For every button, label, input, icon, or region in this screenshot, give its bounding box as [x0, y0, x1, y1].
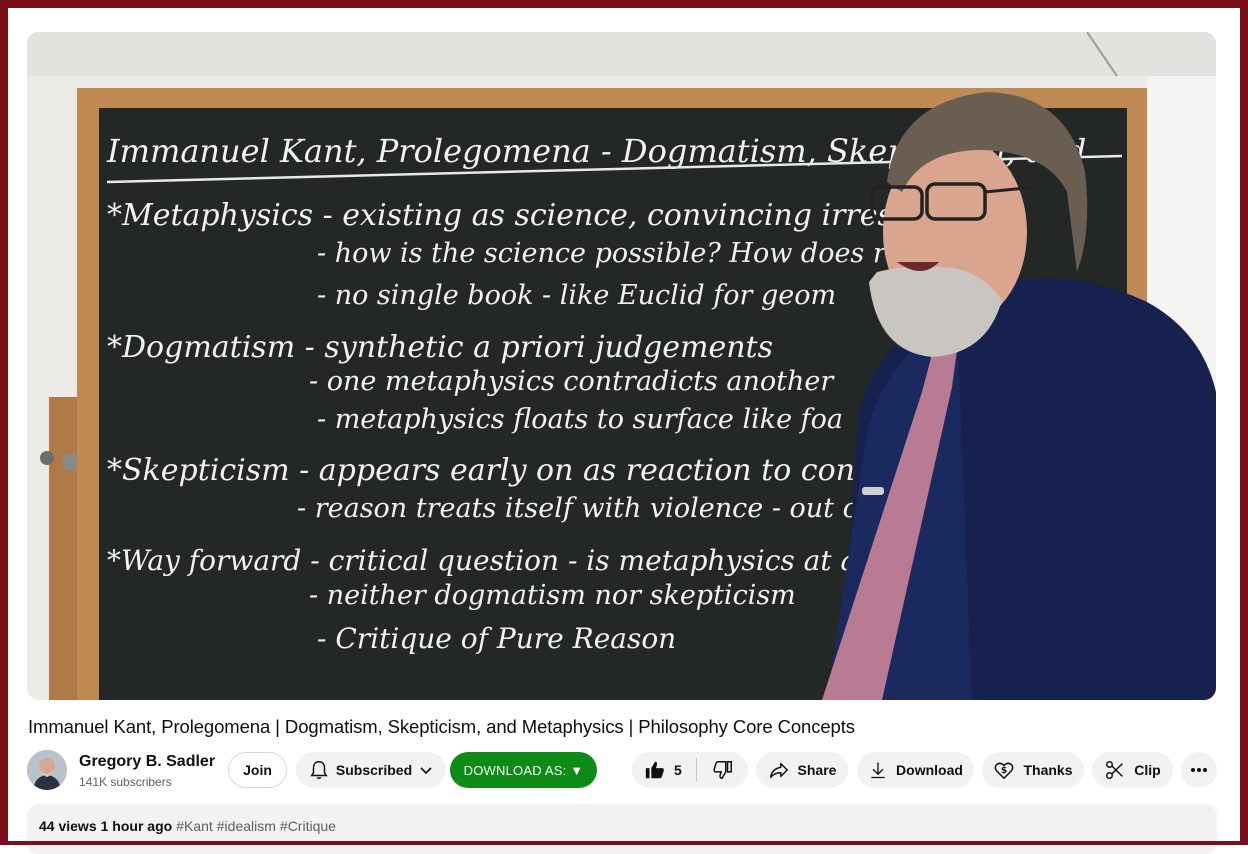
description-box[interactable]: 44 views 1 hour ago #Kant #idealism #Critiqu…: [27, 804, 1217, 854]
heart-dollar-icon: $: [993, 759, 1015, 781]
subscribed-button[interactable]: Subscribed: [296, 752, 446, 788]
dislike-button[interactable]: [697, 752, 748, 788]
subscribed-label: Subscribed: [335, 762, 413, 778]
board-line: - one metaphysics contradicts another: [309, 366, 835, 397]
video-frame: Immanuel Kant, Prolegomena - Dogmatism, …: [27, 32, 1216, 700]
thanks-label: Thanks: [1023, 762, 1073, 778]
clip-label: Clip: [1134, 762, 1161, 778]
board-line: - Critique of Pure Reason: [317, 622, 676, 655]
hashtags: #Kant #idealism #Critique: [176, 818, 340, 834]
board-line: - no single book - like Euclid for geom: [317, 280, 836, 311]
board-line: *Skepticism - appears early on as reacti…: [107, 453, 958, 488]
svg-text:$: $: [1001, 765, 1007, 776]
board-line: - neither dogmatism nor skepticism: [309, 580, 796, 611]
channel-avatar[interactable]: [27, 750, 67, 790]
scissors-icon: [1104, 759, 1126, 781]
download-as-button[interactable]: DOWNLOAD AS: ▼: [450, 752, 597, 788]
download-button[interactable]: Download: [857, 752, 974, 788]
hashtag-link[interactable]: #Kant: [176, 818, 213, 834]
more-actions-button[interactable]: [1181, 752, 1217, 788]
download-label: Download: [896, 762, 963, 778]
board-line: *Metaphysics - existing as science, conv…: [107, 198, 970, 233]
like-count: 5: [674, 762, 682, 778]
download-icon: [868, 760, 888, 780]
thumbs-up-icon: [644, 759, 666, 781]
bell-icon: [308, 759, 330, 781]
share-label: Share: [797, 762, 837, 778]
share-button[interactable]: Share: [756, 752, 848, 788]
video-title: Immanuel Kant, Prolegomena | Dogmatism, …: [28, 716, 855, 737]
view-count: 44 views: [39, 818, 97, 834]
upload-age: 1 hour ago: [100, 818, 173, 834]
more-horizontal-icon: [1189, 760, 1209, 780]
clip-button[interactable]: Clip: [1092, 752, 1173, 788]
action-row: Gregory B. Sadler 141K subscribers Join …: [0, 750, 1248, 790]
thanks-button[interactable]: $ Thanks: [982, 752, 1084, 788]
board-line: - how is the science possible? How does …: [317, 238, 965, 269]
chevron-down-icon: [418, 762, 434, 778]
share-icon: [768, 759, 790, 781]
join-button[interactable]: Join: [228, 752, 287, 788]
thumbs-down-icon: [712, 759, 734, 781]
like-dislike-group: 5: [632, 752, 748, 788]
video-player[interactable]: Immanuel Kant, Prolegomena - Dogmatism, …: [27, 32, 1216, 700]
channel-info: Gregory B. Sadler 141K subscribers: [79, 753, 215, 789]
subscriber-count: 141K subscribers: [79, 775, 172, 789]
channel-name[interactable]: Gregory B. Sadler: [79, 753, 215, 771]
board-line: *Way forward - critical question - is me…: [107, 544, 948, 577]
hashtag-link[interactable]: #Critique: [280, 818, 336, 834]
board-line: - metaphysics floats to surface like foa: [317, 404, 843, 435]
board-line: *Dogmatism - synthetic a priori judgemen…: [107, 330, 773, 365]
hashtag-link[interactable]: #idealism: [217, 818, 276, 834]
description-meta: 44 views 1 hour ago #Kant #idealism #Critiqu…: [39, 818, 340, 834]
board-line: - reason treats itself with violence - o…: [297, 493, 895, 524]
like-button[interactable]: 5: [632, 752, 696, 788]
